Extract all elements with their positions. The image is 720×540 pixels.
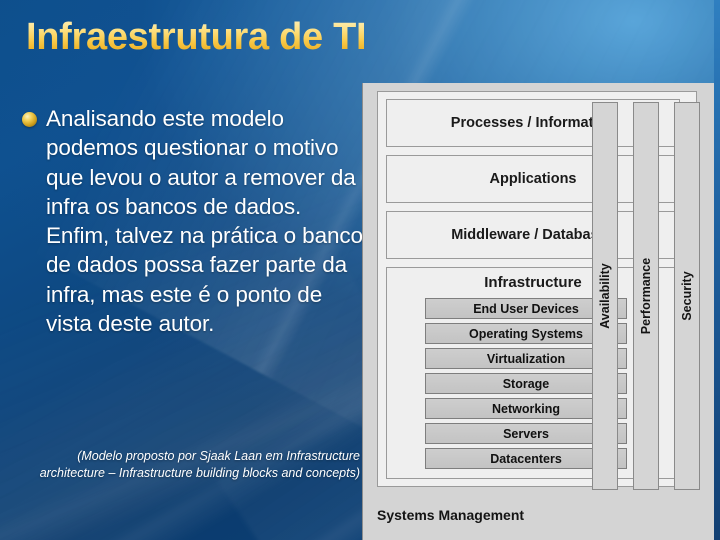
layer-label: Applications [489, 171, 577, 187]
presentation-slide: Infraestrutura de TI Analisando este mod… [0, 0, 720, 540]
quality-column-availability: Availability [592, 102, 618, 490]
bullet-list-item: Analisando este modelo podemos questiona… [22, 104, 370, 338]
quality-column-performance: Performance [633, 102, 659, 490]
source-citation: (Modelo proposto por Sjaak Laan em Infra… [39, 449, 360, 481]
quality-column-label: Availability [598, 263, 612, 329]
body-content-block: Analisando este modelo podemos questiona… [22, 104, 370, 338]
layer-stack-frame: Processes / Information Applications Mid… [377, 91, 700, 490]
layer-label: Processes / Information [450, 115, 616, 131]
quality-column-label: Performance [639, 257, 653, 335]
layer-label: Middleware / Databases [451, 227, 615, 243]
systems-management-label: Systems Management [377, 507, 525, 523]
systems-management-band: Systems Management [377, 498, 697, 532]
gold-sphere-bullet-icon [22, 112, 37, 127]
slide-title: Infraestrutura de TI [26, 16, 367, 58]
quality-column-label: Security [680, 271, 694, 321]
quality-column-security: Security [674, 102, 700, 490]
body-paragraph: Analisando este modelo podemos questiona… [46, 106, 363, 336]
right-edge-accent [714, 0, 720, 540]
infrastructure-model-diagram: Processes / Information Applications Mid… [362, 83, 720, 540]
